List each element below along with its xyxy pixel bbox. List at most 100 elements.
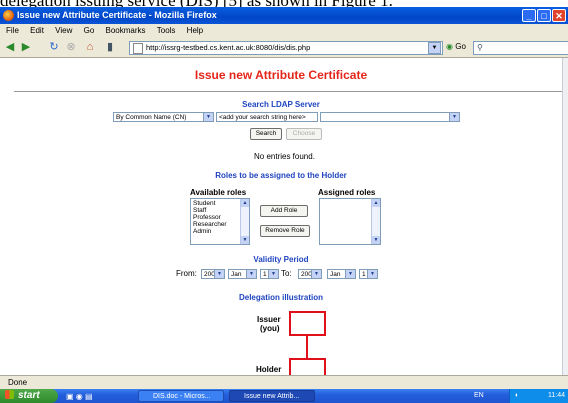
- close-button[interactable]: ✕: [552, 9, 566, 22]
- to-month-select[interactable]: Jan ▼: [327, 269, 356, 279]
- list-scrollbar[interactable]: ▲ ▼: [371, 199, 380, 244]
- list-item[interactable]: Student: [193, 200, 247, 207]
- roles-heading: Roles to be assigned to the Holder: [215, 171, 347, 180]
- choose-button[interactable]: Choose: [286, 128, 322, 140]
- assigned-roles-label: Assigned roles: [318, 188, 376, 197]
- search-field-value: By Common Name (CN): [116, 114, 187, 121]
- windows-logo-icon: [5, 390, 14, 399]
- search-button[interactable]: Search: [250, 128, 282, 140]
- to-year-select[interactable]: 2005 ▼: [298, 269, 322, 279]
- from-month-value: Jan: [231, 271, 242, 278]
- forward-icon[interactable]: ▶: [20, 41, 32, 53]
- from-day-value: 1: [263, 271, 267, 278]
- issuer-box: [289, 311, 326, 336]
- holder-box: [289, 358, 326, 375]
- search-heading: Search LDAP Server: [242, 100, 320, 109]
- menu-bar: File Edit View Go Bookmarks Tools Help: [0, 24, 568, 38]
- to-day-value: 1: [362, 271, 366, 278]
- status-text: Done: [8, 378, 28, 387]
- search-input[interactable]: <add your search string here>: [216, 112, 318, 122]
- maximize-button[interactable]: □: [537, 9, 551, 22]
- firefox-icon: [3, 10, 14, 21]
- minimize-button[interactable]: _: [522, 9, 536, 22]
- search-result-select[interactable]: ▼: [320, 112, 460, 122]
- home-icon[interactable]: ⌂: [84, 41, 96, 53]
- system-tray: EN ◐ 11:44: [474, 389, 568, 403]
- go-button[interactable]: ◉ Go: [446, 41, 466, 53]
- delegation-heading: Delegation illustration: [238, 293, 323, 302]
- chevron-down-icon: ▼: [367, 270, 377, 278]
- menu-go[interactable]: Go: [84, 26, 95, 35]
- chevron-down-icon: ▼: [449, 113, 459, 121]
- chevron-up-icon[interactable]: ▲: [241, 199, 249, 207]
- navigation-toolbar: ◀ ▶ ↻ ⊗ ⌂ ▮ http://issrg-testbed.cs.kent…: [0, 38, 568, 58]
- list-item[interactable]: Researcher: [193, 221, 247, 228]
- back-icon[interactable]: ◀: [4, 41, 16, 53]
- window-title: Issue new Attribute Certificate - Mozill…: [17, 10, 217, 20]
- list-item[interactable]: Professor: [193, 214, 247, 221]
- menu-file[interactable]: File: [6, 26, 19, 35]
- status-bar: Done: [0, 375, 568, 390]
- divider: [14, 91, 562, 92]
- page-content: Issue new Attribute Certificate Search L…: [0, 58, 562, 375]
- search-input-value: <add your search string here>: [219, 114, 306, 121]
- go-label: Go: [455, 42, 466, 51]
- chevron-down-icon: ▼: [203, 113, 213, 121]
- holder-label: Holder: [256, 365, 282, 374]
- page-icon: [133, 43, 143, 54]
- go-arrow-icon: ◉: [446, 42, 453, 51]
- search-bar[interactable]: ⚲: [473, 41, 568, 55]
- from-day-select[interactable]: 1 ▼: [260, 269, 279, 279]
- available-roles-list[interactable]: Student Staff Professor Researcher Admin…: [190, 198, 250, 245]
- validity-heading: Validity Period: [253, 255, 309, 264]
- menu-bookmarks[interactable]: Bookmarks: [106, 26, 146, 35]
- url-text: http://issrg-testbed.cs.kent.ac.uk:8080/…: [146, 43, 311, 52]
- assigned-roles-list[interactable]: ▲ ▼: [319, 198, 381, 245]
- chevron-down-icon: ▼: [268, 270, 278, 278]
- menu-edit[interactable]: Edit: [30, 26, 44, 35]
- list-scrollbar[interactable]: ▲ ▼: [240, 199, 249, 244]
- issuer-sub-label: (you): [260, 324, 280, 333]
- chevron-up-icon[interactable]: ▲: [372, 199, 380, 207]
- chevron-down-icon[interactable]: ▼: [372, 236, 380, 244]
- delegation-connector: [306, 336, 308, 358]
- list-item[interactable]: Staff: [193, 207, 247, 214]
- available-roles-label: Available roles: [190, 188, 247, 197]
- bookmark-icon[interactable]: ▮: [104, 41, 116, 53]
- from-label: From:: [176, 269, 197, 278]
- language-indicator[interactable]: EN: [474, 389, 484, 403]
- from-year-select[interactable]: 2005 ▼: [201, 269, 225, 279]
- stop-icon[interactable]: ⊗: [65, 41, 77, 53]
- url-dropdown-icon[interactable]: ▼: [428, 42, 441, 54]
- chevron-down-icon: ▼: [246, 270, 256, 278]
- search-result-text: No entries found.: [254, 152, 315, 161]
- issuer-label: Issuer: [257, 315, 281, 324]
- taskbar-item-word[interactable]: DIS.doc - Micros...: [138, 390, 224, 402]
- page-title: Issue new Attribute Certificate: [194, 68, 368, 82]
- start-button[interactable]: start: [0, 389, 58, 403]
- url-bar[interactable]: http://issrg-testbed.cs.kent.ac.uk:8080/…: [129, 41, 443, 55]
- search-icon: ⚲: [477, 43, 483, 52]
- list-item[interactable]: Admin: [193, 228, 247, 235]
- remove-role-button[interactable]: Remove Role: [260, 225, 310, 237]
- to-label: To:: [281, 269, 292, 278]
- taskbar-item-label: DIS.doc - Micros...: [153, 393, 211, 400]
- reload-icon[interactable]: ↻: [48, 41, 60, 53]
- menu-help[interactable]: Help: [187, 26, 203, 35]
- search-field-select[interactable]: By Common Name (CN) ▼: [113, 112, 214, 122]
- to-month-value: Jan: [330, 271, 341, 278]
- window-titlebar[interactable]: Issue new Attribute Certificate - Mozill…: [0, 7, 568, 24]
- menu-tools[interactable]: Tools: [157, 26, 176, 35]
- to-day-select[interactable]: 1 ▼: [359, 269, 378, 279]
- chevron-down-icon[interactable]: ▼: [241, 236, 249, 244]
- quicklaunch-icons[interactable]: ▣ ◉ ▤: [66, 392, 93, 401]
- tray-icons[interactable]: ◐: [515, 389, 519, 403]
- add-role-button[interactable]: Add Role: [260, 205, 308, 217]
- taskbar: start ▣ ◉ ▤ DIS.doc - Micros... Issue ne…: [0, 389, 568, 403]
- taskbar-item-firefox[interactable]: Issue new Attrib...: [229, 390, 315, 402]
- from-month-select[interactable]: Jan ▼: [228, 269, 257, 279]
- page-scrollbar[interactable]: [562, 58, 568, 375]
- menu-view[interactable]: View: [55, 26, 72, 35]
- chevron-down-icon: ▼: [311, 270, 321, 278]
- chevron-down-icon: ▼: [214, 270, 224, 278]
